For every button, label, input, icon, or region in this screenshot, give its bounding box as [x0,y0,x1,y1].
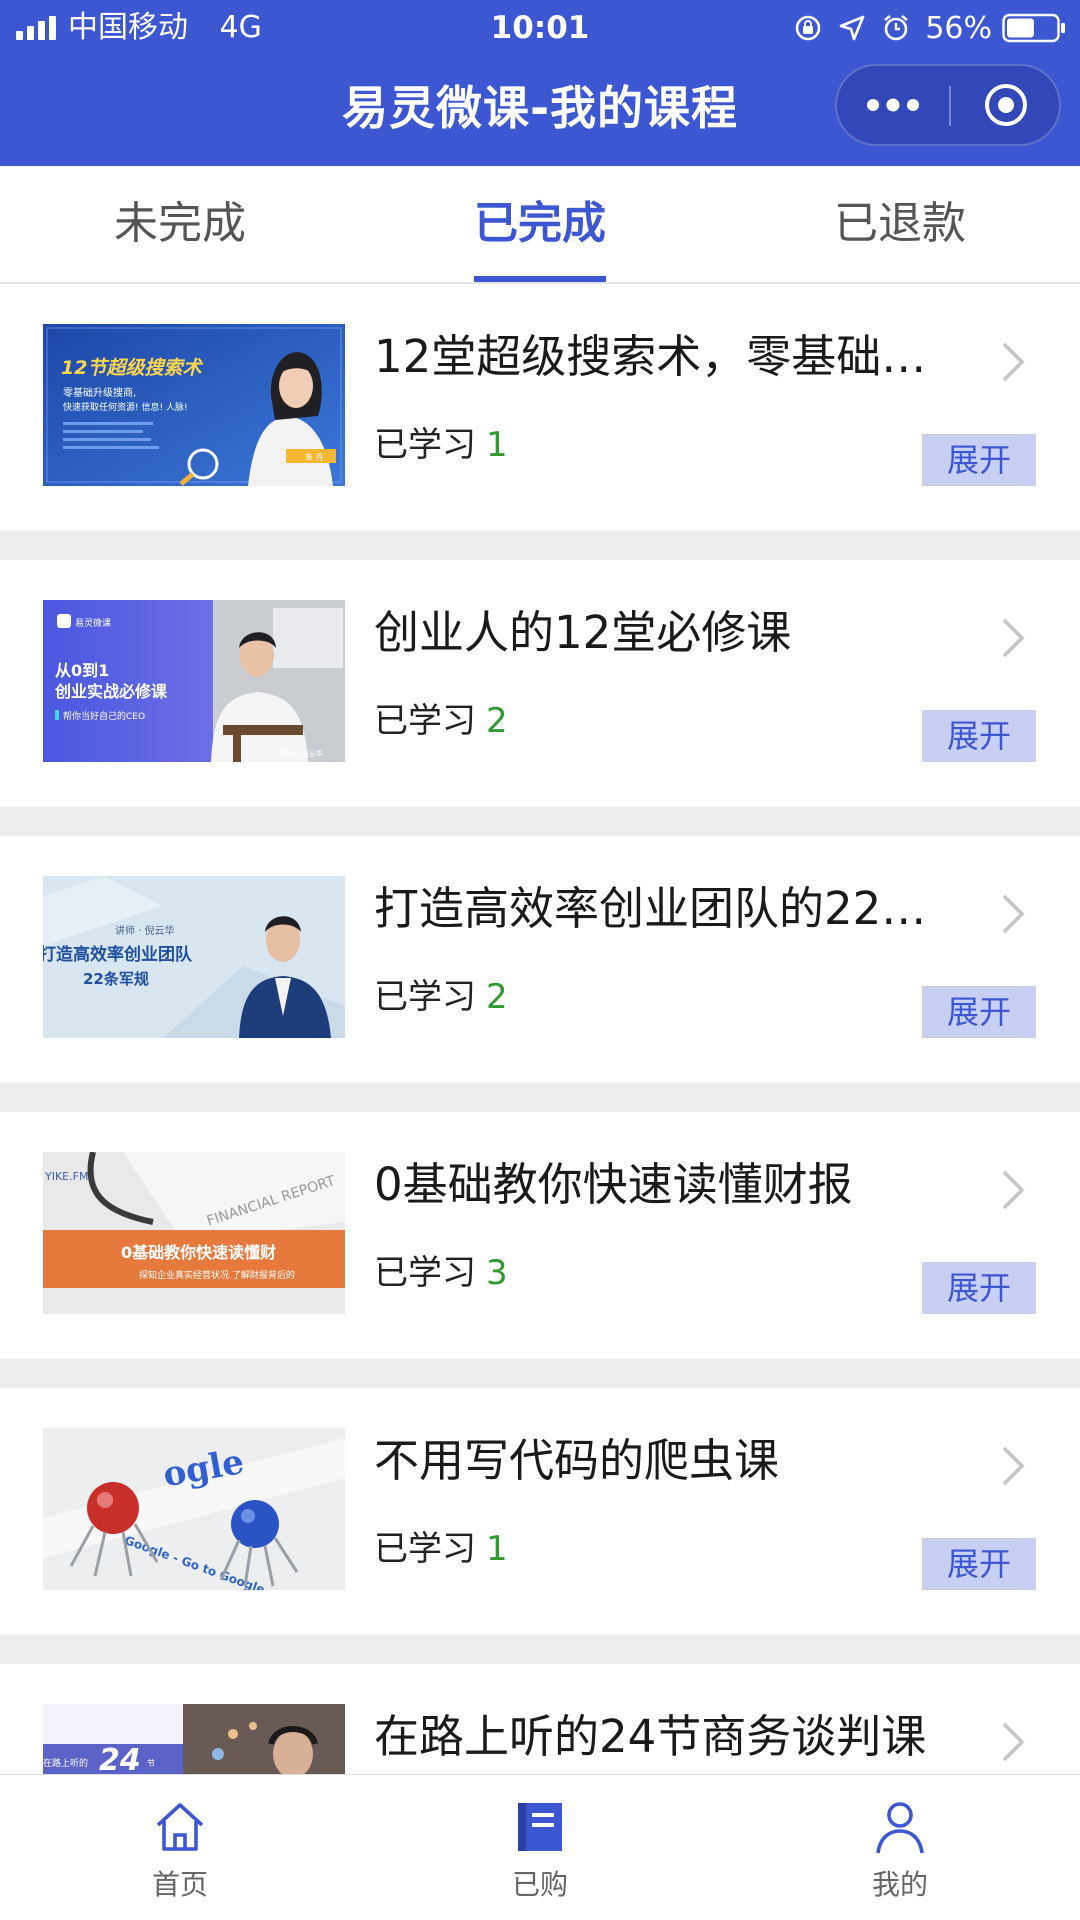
app-header: 中国移动 4G 10:01 56% 易灵微课-我的课程 [0,0,1080,166]
thumb-headline: 12节超级搜索术 [61,357,203,379]
course-list: 12节超级搜索术 零基础升级搜商, 快速获取任何资源! 信息! 人脉! 朱 丹 … [0,284,1080,1774]
tab-finished[interactable]: 已完成 [360,166,720,282]
progress-count: 2 [486,701,508,741]
target-circle-icon [985,84,1027,126]
course-progress: 已学习 2 [374,972,508,1022]
course-thumbnail: 12节超级搜索术 零基础升级搜商, 快速获取任何资源! 信息! 人脉! 朱 丹 [43,324,345,486]
alarm-icon [884,14,909,41]
thumb-line1: 从0到1 [55,661,109,680]
chevron-right-icon [1002,894,1025,934]
location-icon [840,15,865,41]
thumb-line3: 帮你当好自己的CEO [63,710,145,722]
chevron-right-icon [1002,618,1025,658]
orientation-lock-icon [796,15,821,41]
battery-icon [1002,13,1065,43]
course-title: 不用写代码的爬虫课 [374,1434,780,1487]
thumb-line1: 打造高效率创业团队 [43,944,193,965]
tab-unfinished[interactable]: 未完成 [0,166,360,282]
expand-button[interactable]: 展开 [922,1538,1036,1590]
tab-refunded[interactable]: 已退款 [720,166,1080,282]
chevron-right-icon [1002,1170,1025,1210]
chevron-right-icon [1002,342,1025,382]
course-card[interactable]: 讲师 · 倪云华 打造高效率创业团队 22条军规 打造高效率创业团队的22… 已… [0,836,1080,1083]
thumb-line2: 创业实战必修课 [54,682,168,701]
status-bar: 中国移动 4G 10:01 56% [0,0,1080,56]
course-thumbnail: 讲师 · 倪云华 打造高效率创业团队 22条军规 [43,876,345,1038]
course-card[interactable]: 12节超级搜索术 零基础升级搜商, 快速获取任何资源! 信息! 人脉! 朱 丹 … [0,284,1080,531]
course-thumbnail: 易灵微课 从0到1 创业实战必修课 帮你当好自己的CEO 讲师 · 倪云华 [43,600,345,762]
thumb-unit: 节 [147,1759,155,1768]
thumb-brand: YIKE.FM [44,1170,88,1183]
thumb-tag: 讲师 · 倪云华 [281,749,323,758]
expand-button[interactable]: 展开 [922,1262,1036,1314]
course-card[interactable]: 易灵微课 从0到1 创业实战必修课 帮你当好自己的CEO 讲师 · 倪云华 创业… [0,560,1080,807]
expand-button[interactable]: 展开 [922,434,1036,486]
expand-button[interactable]: 展开 [922,986,1036,1038]
thumb-brand: 易灵微课 [75,617,111,629]
progress-label: 已学习 [374,701,476,741]
thumb-line1: 在路上听的 [43,1757,88,1769]
thumb-line2: 快速获取任何资源! 信息! 人脉! [63,401,188,413]
thumb-line2: 探知企业真实经营状况 了解财报背后的 [139,1269,295,1281]
bottom-tab-home[interactable]: 首页 [80,1775,280,1920]
bottom-tab-bar: 首页 已购 我的 [0,1774,1080,1920]
bottom-tab-mine[interactable]: 我的 [800,1775,1000,1920]
bottom-tab-label: 首页 [151,1868,208,1901]
book-icon [518,1803,562,1851]
battery-percent: 56% [925,10,992,46]
progress-label: 已学习 [374,1253,476,1293]
nav-bar: 易灵微课-我的课程 [0,56,1080,166]
course-progress: 已学习 2 [374,696,508,746]
course-title: 打造高效率创业团队的22… [374,882,927,935]
more-button[interactable] [837,66,949,144]
progress-count: 2 [486,977,508,1017]
progress-label: 已学习 [374,1529,476,1569]
course-progress: 已学习 3 [374,1248,508,1298]
course-title: 12堂超级搜索术，零基础… [374,330,927,383]
course-thumbnail: ogle Google - Go to Google [43,1428,345,1590]
mini-program-capsule [835,64,1061,146]
thumb-num: 24 [99,1743,141,1774]
course-thumbnail: 在路上听的 24 节 [43,1704,345,1774]
close-button[interactable] [951,66,1061,144]
home-icon [156,1803,204,1851]
thumb-line1: 0基础教你快速读懂财 [121,1243,276,1262]
progress-label: 已学习 [374,977,476,1017]
thumb-tag: 讲师 · 倪云华 [115,924,175,937]
course-progress: 已学习 1 [374,420,508,470]
expand-button[interactable]: 展开 [922,710,1036,762]
active-tab-indicator [474,276,606,282]
course-progress: 已学习 1 [374,1524,508,1574]
status-right-group: 56% [793,10,1066,46]
bottom-tab-purchased[interactable]: 已购 [440,1775,640,1920]
chevron-right-icon [1002,1446,1025,1486]
course-card[interactable]: 在路上听的 24 节 在路上听的24节商务谈判课 [0,1664,1080,1774]
progress-label: 已学习 [374,425,476,465]
more-dots-icon [867,98,919,112]
thumb-line2: 22条军规 [83,970,149,988]
status-tabs: 未完成 已完成 已退款 [0,166,1080,284]
bottom-tab-label: 我的 [871,1868,928,1901]
course-card[interactable]: FINANCIAL REPORT YIKE.FM 0基础教你快速读懂财 探知企业… [0,1112,1080,1359]
course-card[interactable]: ogle Google - Go to Google 不用写代码的爬虫课 已学习… [0,1388,1080,1635]
progress-count: 1 [486,425,508,465]
user-icon [876,1802,924,1854]
bottom-tab-label: 已购 [511,1868,568,1901]
thumb-tag: 朱 丹 [305,452,324,462]
course-title: 创业人的12堂必修课 [374,606,792,659]
course-title: 在路上听的24节商务谈判课 [374,1710,927,1763]
course-thumbnail: FINANCIAL REPORT YIKE.FM 0基础教你快速读懂财 探知企业… [43,1152,345,1314]
course-title: 0基础教你快速读懂财报 [374,1158,853,1211]
progress-count: 1 [486,1529,508,1569]
thumb-line1: 零基础升级搜商, [63,386,136,399]
chevron-right-icon [1002,1722,1025,1762]
progress-count: 3 [486,1253,508,1293]
